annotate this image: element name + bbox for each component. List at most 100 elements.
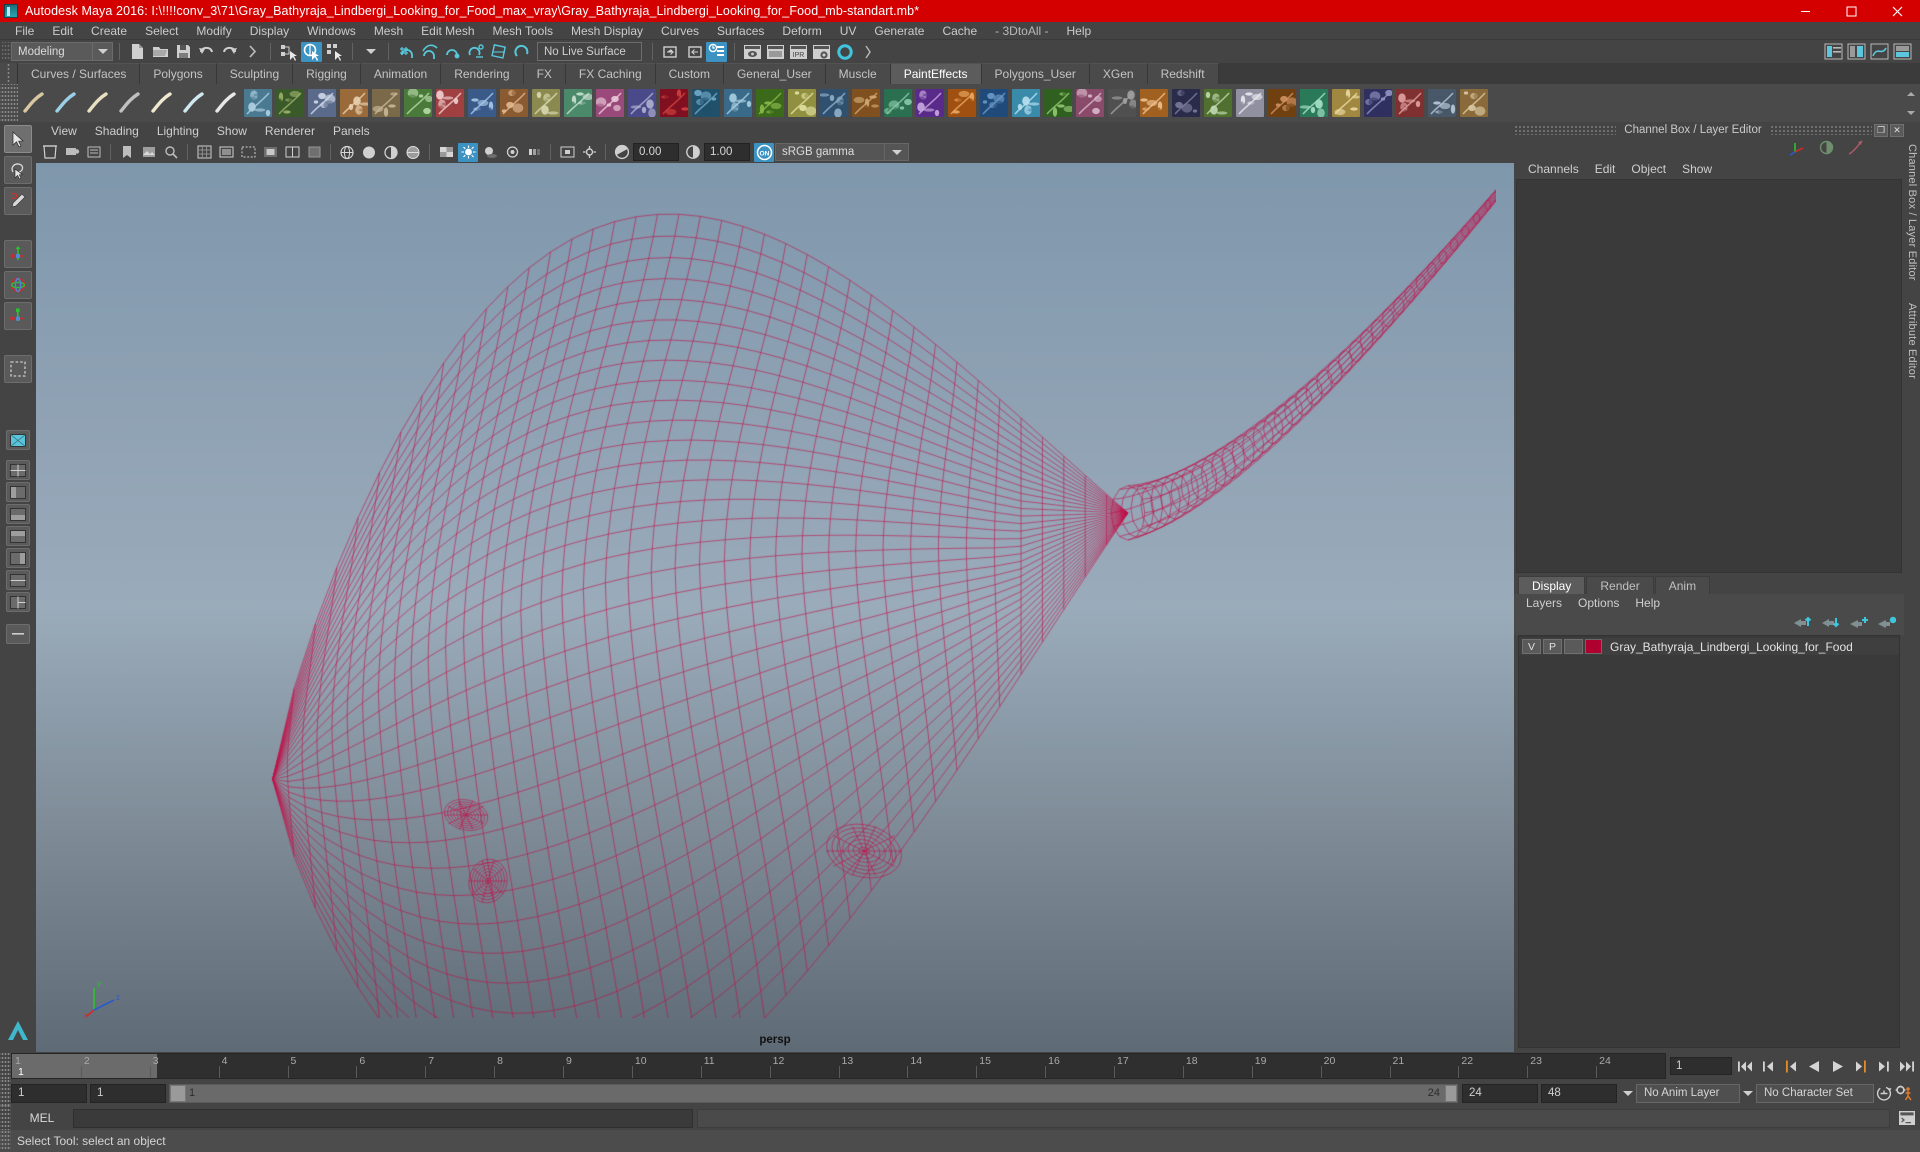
shelf-item-texture-6[interactable] [211, 88, 241, 118]
anim-layer-dropdown-arrow[interactable] [1620, 1084, 1636, 1103]
step-forward-frame-icon[interactable] [1873, 1056, 1893, 1076]
shade-with-wireframe-icon[interactable] [403, 143, 423, 162]
panel-close-button[interactable]: ✕ [1890, 123, 1905, 137]
shelf-item-grass-28[interactable] [915, 88, 945, 118]
live-surface-field[interactable]: No Live Surface [537, 42, 642, 61]
channel-box-content[interactable] [1516, 179, 1902, 573]
shelf-tab-animation[interactable]: Animation [360, 63, 442, 84]
open-render-view-icon[interactable] [1892, 42, 1913, 62]
menu-deform[interactable]: Deform [773, 22, 830, 40]
undo-icon[interactable] [196, 42, 217, 62]
layer-menu-layers[interactable]: Layers [1518, 594, 1570, 613]
snap-to-projected-center-icon[interactable] [465, 42, 486, 62]
hypershade-icon[interactable] [834, 42, 855, 62]
layer-color-swatch[interactable] [1585, 639, 1602, 654]
smooth-shade-selected-icon[interactable] [381, 143, 401, 162]
isolate-select-icon[interactable] [557, 143, 577, 162]
shelf-item-texture-38[interactable] [1235, 88, 1265, 118]
go-to-start-icon[interactable] [1735, 1056, 1755, 1076]
shelf-item-brush-24[interactable] [787, 88, 817, 118]
viewport-menu-view[interactable]: View [42, 122, 86, 141]
maximize-button[interactable] [1828, 0, 1874, 22]
layout-hypershade-persp-button[interactable] [6, 526, 30, 546]
shelf-item-tree-35[interactable] [1139, 88, 1169, 118]
layer-menu-options[interactable]: Options [1570, 594, 1627, 613]
shelf-tab-sculpting[interactable]: Sculpting [216, 63, 294, 84]
shelf-item-brush-8[interactable] [275, 88, 305, 118]
exposure-field[interactable]: 0.00 [633, 143, 679, 161]
render-sequence-icon[interactable] [765, 42, 786, 62]
color-management-field[interactable]: sRGB gamma [775, 143, 885, 161]
layer-menu-help[interactable]: Help [1627, 594, 1668, 613]
render-settings-icon[interactable] [811, 42, 832, 62]
select-by-object-icon[interactable] [301, 41, 322, 62]
channel-curve-icon[interactable] [1847, 139, 1864, 159]
rotate-tool-button[interactable] [4, 271, 32, 299]
menu-3dtoall[interactable]: - 3DtoAll - [986, 22, 1057, 40]
range-start-field[interactable]: 1 [90, 1083, 166, 1103]
shelf-item-stroke-29[interactable] [947, 88, 977, 118]
redo-icon[interactable] [219, 42, 240, 62]
menu-set-selector[interactable]: Modeling [11, 42, 93, 61]
character-set-field[interactable]: No Character Set [1756, 1083, 1874, 1103]
film-gate-icon[interactable] [216, 143, 236, 162]
perspective-viewport[interactable]: y z x persp [36, 163, 1514, 1052]
vertical-tab-channel-box[interactable]: Channel Box / Layer Editor [1906, 138, 1918, 287]
shelf-item-fur-39[interactable] [1267, 88, 1297, 118]
lasso-select-tool-button[interactable] [4, 156, 32, 184]
use-all-lights-icon[interactable] [458, 142, 478, 162]
menu-generate[interactable]: Generate [865, 22, 933, 40]
snap-to-view-plane-icon[interactable] [488, 42, 509, 62]
save-scene-icon[interactable] [173, 42, 194, 62]
shelf-item-tree-43[interactable] [1395, 88, 1425, 118]
menu-modify[interactable]: Modify [187, 22, 240, 40]
shelf-item-tree-27[interactable] [883, 88, 913, 118]
menu-select[interactable]: Select [136, 22, 187, 40]
shelf-item-brush-16[interactable] [531, 88, 561, 118]
move-tool-button[interactable] [4, 240, 32, 268]
menu-create[interactable]: Create [82, 22, 136, 40]
last-tool-used-button[interactable] [4, 355, 32, 383]
gamma-icon[interactable] [683, 143, 703, 162]
motion-blur-icon[interactable] [524, 143, 544, 162]
channel-menu-edit[interactable]: Edit [1587, 160, 1624, 179]
help-line-grip[interactable] [0, 1131, 11, 1151]
selection-mask-chevron-icon[interactable] [360, 42, 381, 62]
open-channel-box-icon[interactable] [706, 41, 727, 62]
script-editor-icon[interactable] [1894, 1110, 1920, 1126]
shelf-item-tree-19[interactable] [627, 88, 657, 118]
command-input-field[interactable] [73, 1108, 693, 1128]
status-line-grip[interactable] [2, 42, 11, 61]
viewport-menu-shading[interactable]: Shading [86, 122, 148, 141]
snap-to-curve-icon[interactable] [419, 42, 440, 62]
command-language-label[interactable]: MEL [11, 1111, 73, 1125]
layout-persp-graph-button[interactable] [6, 504, 30, 524]
lock-camera-icon[interactable] [62, 143, 82, 162]
shelf-item-texture-22[interactable] [723, 88, 753, 118]
layout-four-view-button[interactable] [6, 460, 30, 480]
animation-start-field[interactable]: 1 [11, 1083, 87, 1103]
menu-mesh-tools[interactable]: Mesh Tools [484, 22, 562, 40]
grid-toggle-icon[interactable] [194, 143, 214, 162]
status-line-expand-icon[interactable] [857, 42, 878, 62]
color-management-dropdown-arrow[interactable] [885, 143, 909, 161]
new-scene-icon[interactable] [127, 42, 148, 62]
resolution-gate-icon[interactable] [238, 143, 258, 162]
character-set-dropdown-arrow[interactable] [1740, 1084, 1756, 1103]
open-outliner-icon[interactable] [1823, 42, 1844, 62]
create-new-layer-icon[interactable] [1849, 615, 1868, 633]
open-tool-settings-icon[interactable] [683, 42, 704, 62]
layer-playback-toggle[interactable]: P [1543, 639, 1562, 654]
layer-row[interactable]: V P Gray_Bathyraja_Lindbergi_Looking_for… [1519, 638, 1899, 655]
exposure-icon[interactable] [612, 143, 632, 162]
command-line-grip[interactable] [0, 1105, 11, 1131]
shelf-item-tree-11[interactable] [371, 88, 401, 118]
scale-tool-button[interactable] [4, 302, 32, 330]
menu-surfaces[interactable]: Surfaces [708, 22, 773, 40]
create-layer-from-selected-icon[interactable] [1877, 615, 1897, 633]
shelf-item-leaf-33[interactable] [1075, 88, 1105, 118]
shelf-item-leaf-41[interactable] [1331, 88, 1361, 118]
image-plane-icon[interactable] [139, 143, 159, 162]
shelf-item-leaf-17[interactable] [563, 88, 593, 118]
channel-menu-channels[interactable]: Channels [1520, 160, 1587, 179]
